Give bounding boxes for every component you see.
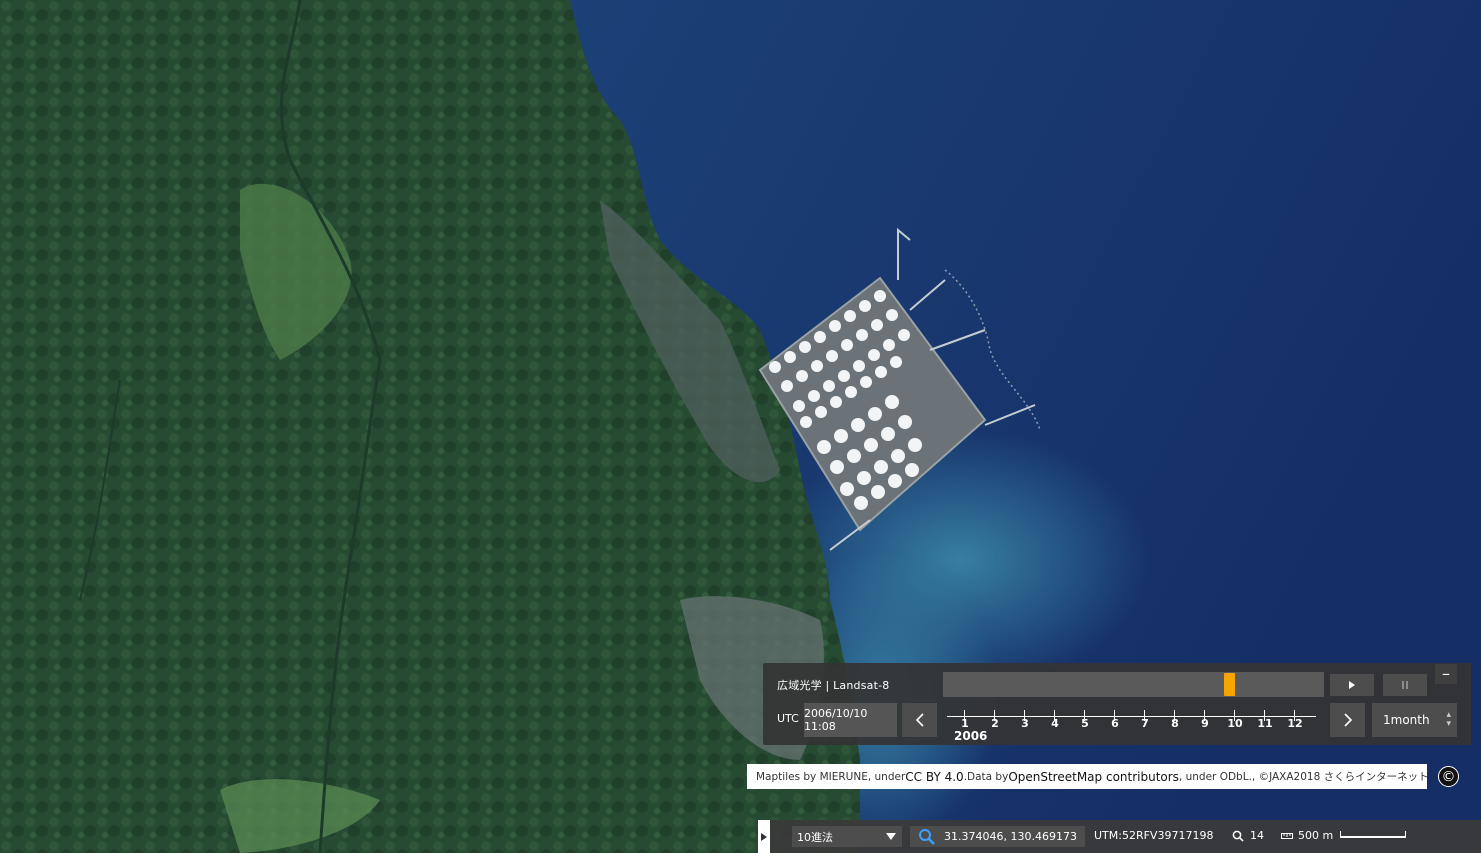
chevron-right-icon <box>761 832 767 841</box>
zoom-value: 14 <box>1250 829 1264 842</box>
month-timeline[interactable]: 2006 1 2 3 4 5 6 7 8 9 10 11 12 <box>943 703 1324 743</box>
interval-value: 1month <box>1383 713 1430 727</box>
scale-indicator: 500 m <box>1281 829 1333 842</box>
play-icon <box>1349 681 1355 689</box>
timeline-month-label[interactable]: 10 <box>1227 717 1242 730</box>
timeline-month-label[interactable]: 2 <box>991 717 999 730</box>
coord-format-select[interactable]: 10進法 <box>792 826 902 847</box>
time-slider-thumb[interactable] <box>1224 673 1235 696</box>
utm-coordinate: UTM:52RFV39717198 <box>1094 829 1214 842</box>
copyright-button[interactable]: © <box>1438 766 1459 787</box>
chevron-right-icon <box>1343 713 1352 727</box>
updown-icon: ▴ ▾ <box>1446 710 1451 729</box>
expand-panel-button[interactable] <box>758 820 770 853</box>
cc-by-link[interactable]: CC BY 4.0 <box>905 770 963 784</box>
caret-down-icon <box>886 833 896 840</box>
timeline-month-label[interactable]: 9 <box>1201 717 1209 730</box>
timeline-month-label[interactable]: 3 <box>1021 717 1029 730</box>
interval-select[interactable]: 1month ▴ ▾ <box>1372 703 1457 737</box>
timeline-month-label[interactable]: 12 <box>1287 717 1302 730</box>
datetime-display[interactable]: 2006/10/10 11:08 <box>804 703 897 737</box>
next-time-button[interactable] <box>1330 703 1365 737</box>
timeline-month-label[interactable]: 8 <box>1171 717 1179 730</box>
zoom-icon <box>1232 830 1244 842</box>
pause-button[interactable] <box>1383 674 1427 696</box>
pause-icon <box>1402 681 1408 689</box>
time-slider[interactable] <box>943 672 1324 697</box>
attribution-text-1: Maptiles by MIERUNE, under <box>756 770 906 783</box>
timeline-month-label[interactable]: 5 <box>1081 717 1089 730</box>
timeline-month-label[interactable]: 6 <box>1111 717 1119 730</box>
coordinate-search[interactable]: 31.374046, 130.469173 <box>910 826 1085 847</box>
chevron-left-icon <box>915 713 924 727</box>
search-icon[interactable] <box>918 828 936 846</box>
prev-time-button[interactable] <box>902 703 937 737</box>
ruler-icon <box>1281 832 1293 839</box>
copyright-icon: © <box>1441 768 1456 785</box>
layer-name: 広域光学 | Landsat-8 <box>777 679 890 692</box>
attribution-text-2: .Data by <box>963 770 1009 783</box>
utc-label: UTC <box>777 712 799 725</box>
osm-link[interactable]: OpenStreetMap contributors <box>1008 770 1179 784</box>
timeline-month-label[interactable]: 7 <box>1141 717 1149 730</box>
timeline-month-label[interactable]: 1 <box>961 717 969 730</box>
scale-bar <box>1340 831 1406 838</box>
zoom-level: 14 <box>1232 829 1264 842</box>
minimize-button[interactable]: – <box>1435 664 1457 684</box>
timeline-year: 2006 <box>954 729 988 743</box>
timeline-month-label[interactable]: 4 <box>1051 717 1059 730</box>
time-control-panel: 広域光学 | Landsat-8 – UTC 2006/10/10 11:08 … <box>763 663 1471 745</box>
timeline-month-label[interactable]: 11 <box>1257 717 1272 730</box>
coordinate-value: 31.374046, 130.469173 <box>944 830 1077 843</box>
play-button[interactable] <box>1330 674 1374 696</box>
attribution-text-3: , under ODbL., ©JAXA2018 さくらインターネット <box>1178 771 1427 783</box>
map-attribution: Maptiles by MIERUNE, under CC BY 4.0 .Da… <box>747 764 1427 789</box>
scale-value: 500 m <box>1298 829 1334 842</box>
status-bar: 10進法 31.374046, 130.469173 UTM:52RFV3971… <box>770 820 1481 853</box>
coord-format-value: 10進法 <box>797 830 833 844</box>
